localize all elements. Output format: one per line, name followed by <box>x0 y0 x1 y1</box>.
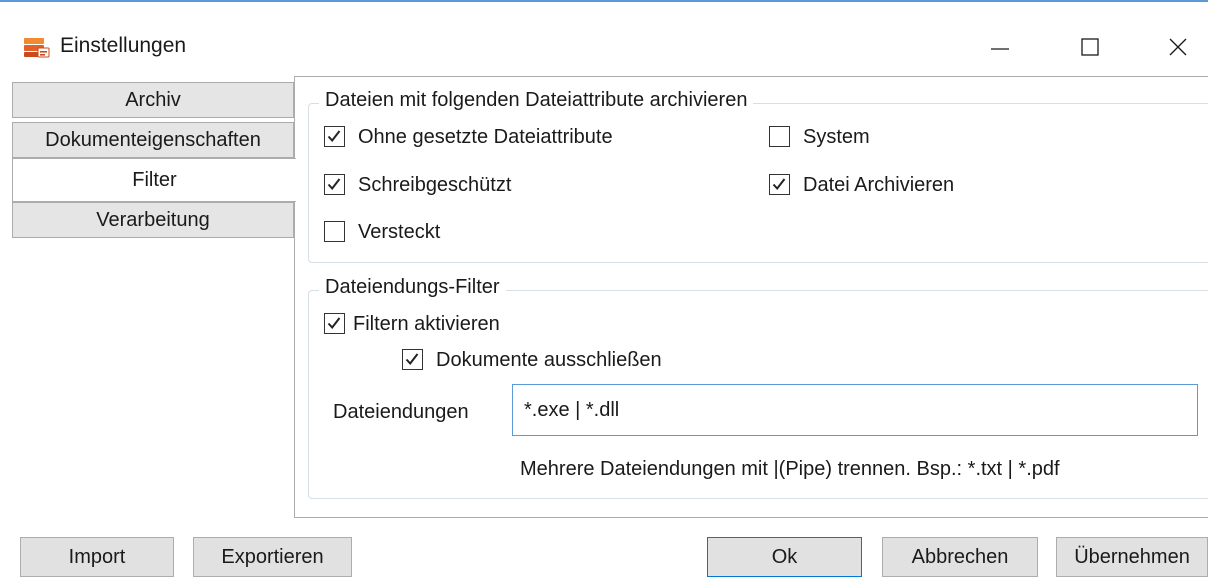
cancel-button[interactable]: Abbrechen <box>882 537 1038 577</box>
datei-archivieren-label[interactable]: Datei Archivieren <box>803 174 954 197</box>
filtern-aktivieren-label[interactable]: Filtern aktivieren <box>353 313 500 336</box>
dateiendungen-hint: Mehrere Dateiendungen mit |(Pipe) trenne… <box>520 458 1060 480</box>
tab-archiv[interactable]: Archiv <box>12 82 294 118</box>
checkmark-icon <box>327 130 341 143</box>
schreibgeschuetzt-label[interactable]: Schreibgeschützt <box>358 174 511 197</box>
window-title: Einstellungen <box>60 34 187 57</box>
filtern-aktivieren-checkbox[interactable] <box>324 313 345 334</box>
datei-archivieren-checkbox[interactable] <box>769 174 790 195</box>
ohne-attribute-checkbox[interactable] <box>324 126 345 147</box>
dokumente-ausschliessen-checkbox[interactable] <box>402 349 423 370</box>
tab-dokumenteigenschaften[interactable]: Dokumenteigenschaften <box>12 122 294 158</box>
system-checkbox[interactable] <box>769 126 790 147</box>
maximize-icon <box>1081 38 1099 56</box>
close-icon <box>1169 38 1187 56</box>
dokumente-ausschliessen-label[interactable]: Dokumente ausschließen <box>436 349 662 372</box>
checkmark-icon <box>327 317 341 330</box>
maximize-button[interactable] <box>1055 22 1125 72</box>
extension-filter-legend: Dateiendungs-Filter <box>319 276 506 299</box>
dateiendungen-value: *.exe | *.dll <box>524 398 620 421</box>
archive-stack-icon <box>22 36 50 58</box>
system-label[interactable]: System <box>803 126 870 149</box>
apply-button[interactable]: Übernehmen <box>1056 537 1208 577</box>
versteckt-label[interactable]: Versteckt <box>358 221 440 244</box>
checkmark-icon <box>327 178 341 191</box>
checkmark-icon <box>772 178 786 191</box>
versteckt-checkbox[interactable] <box>324 221 345 242</box>
dateiendungen-label: Dateiendungen <box>333 401 469 423</box>
filter-panel: Dateien mit folgenden Dateiattribute arc… <box>294 76 1208 518</box>
import-button[interactable]: Import <box>20 537 174 577</box>
close-button[interactable] <box>1143 22 1208 72</box>
attributes-group-legend: Dateien mit folgenden Dateiattribute arc… <box>319 89 754 112</box>
dateiendungen-input[interactable]: *.exe | *.dll <box>512 384 1198 436</box>
minimize-icon <box>991 48 1009 50</box>
tab-verarbeitung[interactable]: Verarbeitung <box>12 202 294 238</box>
checkmark-icon <box>405 353 419 366</box>
minimize-button[interactable] <box>965 22 1035 72</box>
schreibgeschuetzt-checkbox[interactable] <box>324 174 345 195</box>
tab-filter[interactable]: Filter <box>12 158 296 202</box>
ohne-attribute-label[interactable]: Ohne gesetzte Dateiattribute <box>358 126 613 149</box>
export-button[interactable]: Exportieren <box>193 537 352 577</box>
ok-button[interactable]: Ok <box>707 537 862 577</box>
